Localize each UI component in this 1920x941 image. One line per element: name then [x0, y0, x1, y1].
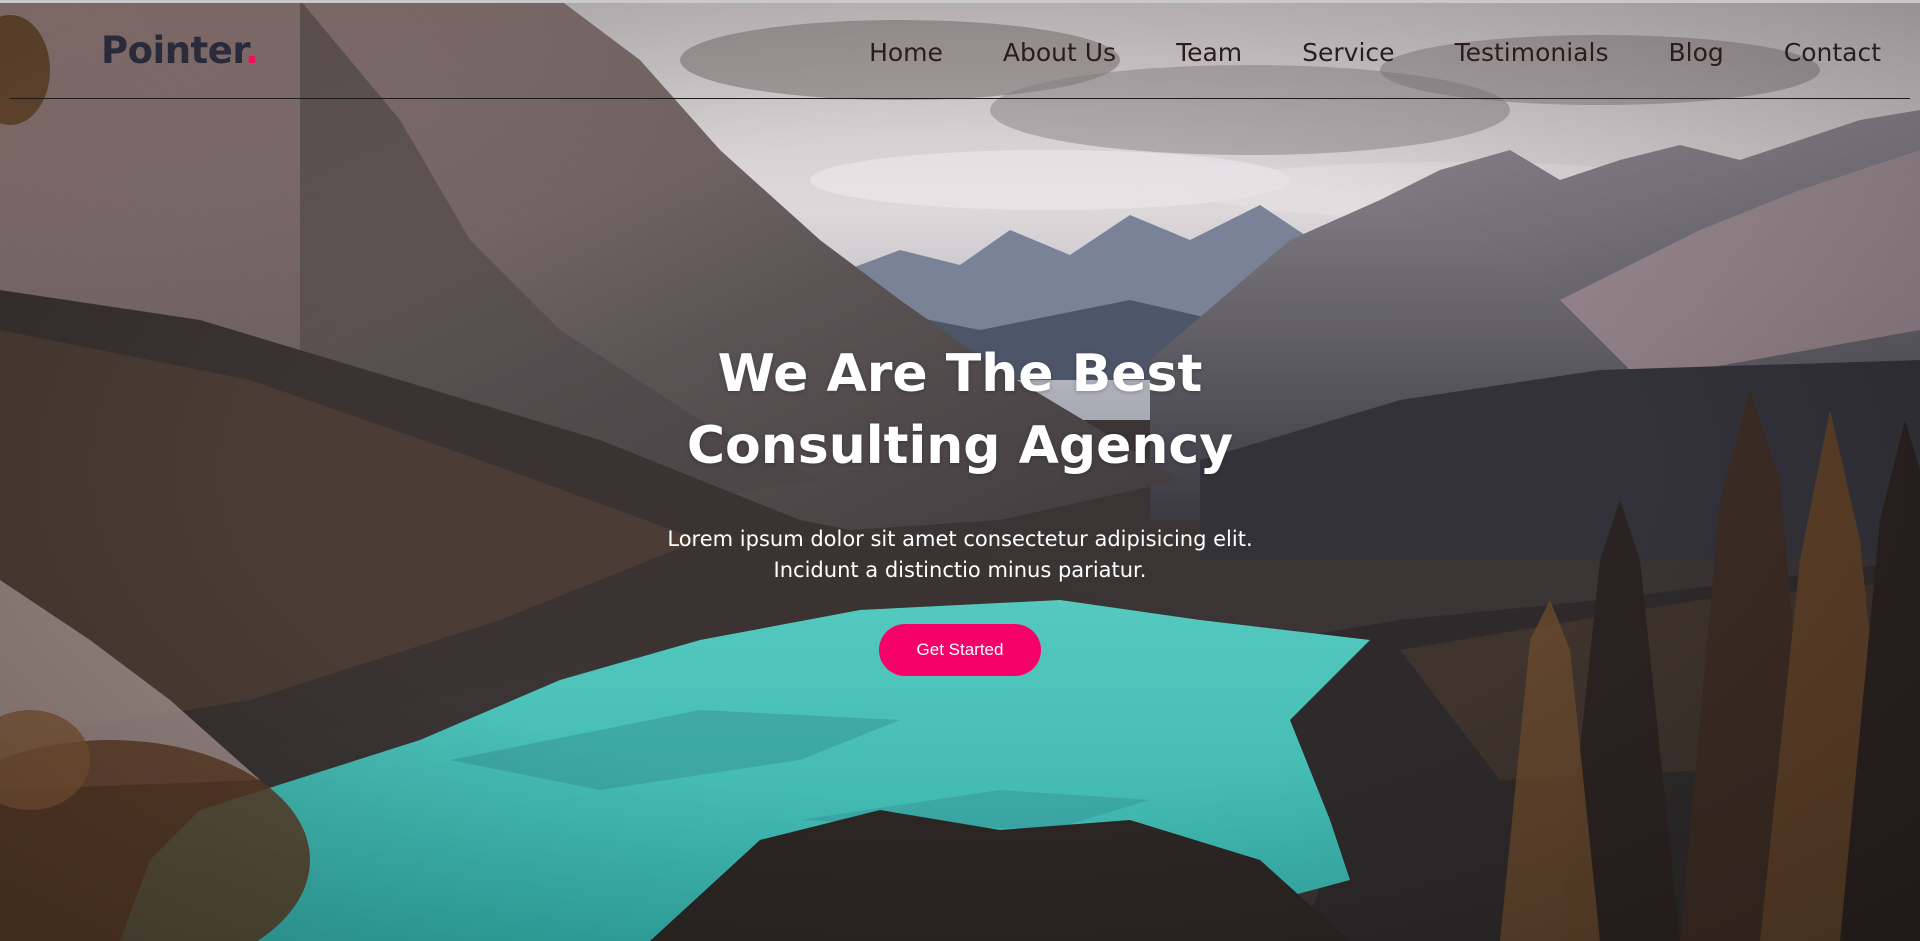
nav-link-service[interactable]: Service: [1302, 33, 1394, 73]
nav-link-blog[interactable]: Blog: [1668, 33, 1723, 73]
brand-name: Pointer: [101, 29, 245, 72]
hero-headline: We Are The Best Consulting Agency: [0, 338, 1920, 482]
get-started-button[interactable]: Get Started: [879, 624, 1041, 676]
hero-section: Pointer. Home About Us Team Service Test…: [0, 0, 1920, 941]
hero-subtext: Lorem ipsum dolor sit amet consectetur a…: [0, 524, 1920, 586]
brand-logo[interactable]: Pointer.: [101, 27, 259, 75]
main-nav: Home About Us Team Service Testimonials …: [869, 33, 1881, 73]
nav-link-testimonials[interactable]: Testimonials: [1455, 33, 1609, 73]
hero-subtext-line-1: Lorem ipsum dolor sit amet consectetur a…: [667, 527, 1253, 551]
navbar: Pointer. Home About Us Team Service Test…: [10, 0, 1910, 99]
nav-link-team[interactable]: Team: [1176, 33, 1242, 73]
hero-subtext-line-2: Incidunt a distinctio minus pariatur.: [773, 558, 1147, 582]
hero-headline-line-1: We Are The Best: [717, 344, 1203, 404]
brand-dot: .: [244, 29, 259, 72]
hero-headline-line-2: Consulting Agency: [686, 416, 1234, 476]
hero-content: We Are The Best Consulting Agency Lorem …: [0, 338, 1920, 676]
nav-link-home[interactable]: Home: [869, 33, 943, 73]
nav-link-contact[interactable]: Contact: [1784, 33, 1881, 73]
nav-link-about-us[interactable]: About Us: [1003, 33, 1116, 73]
